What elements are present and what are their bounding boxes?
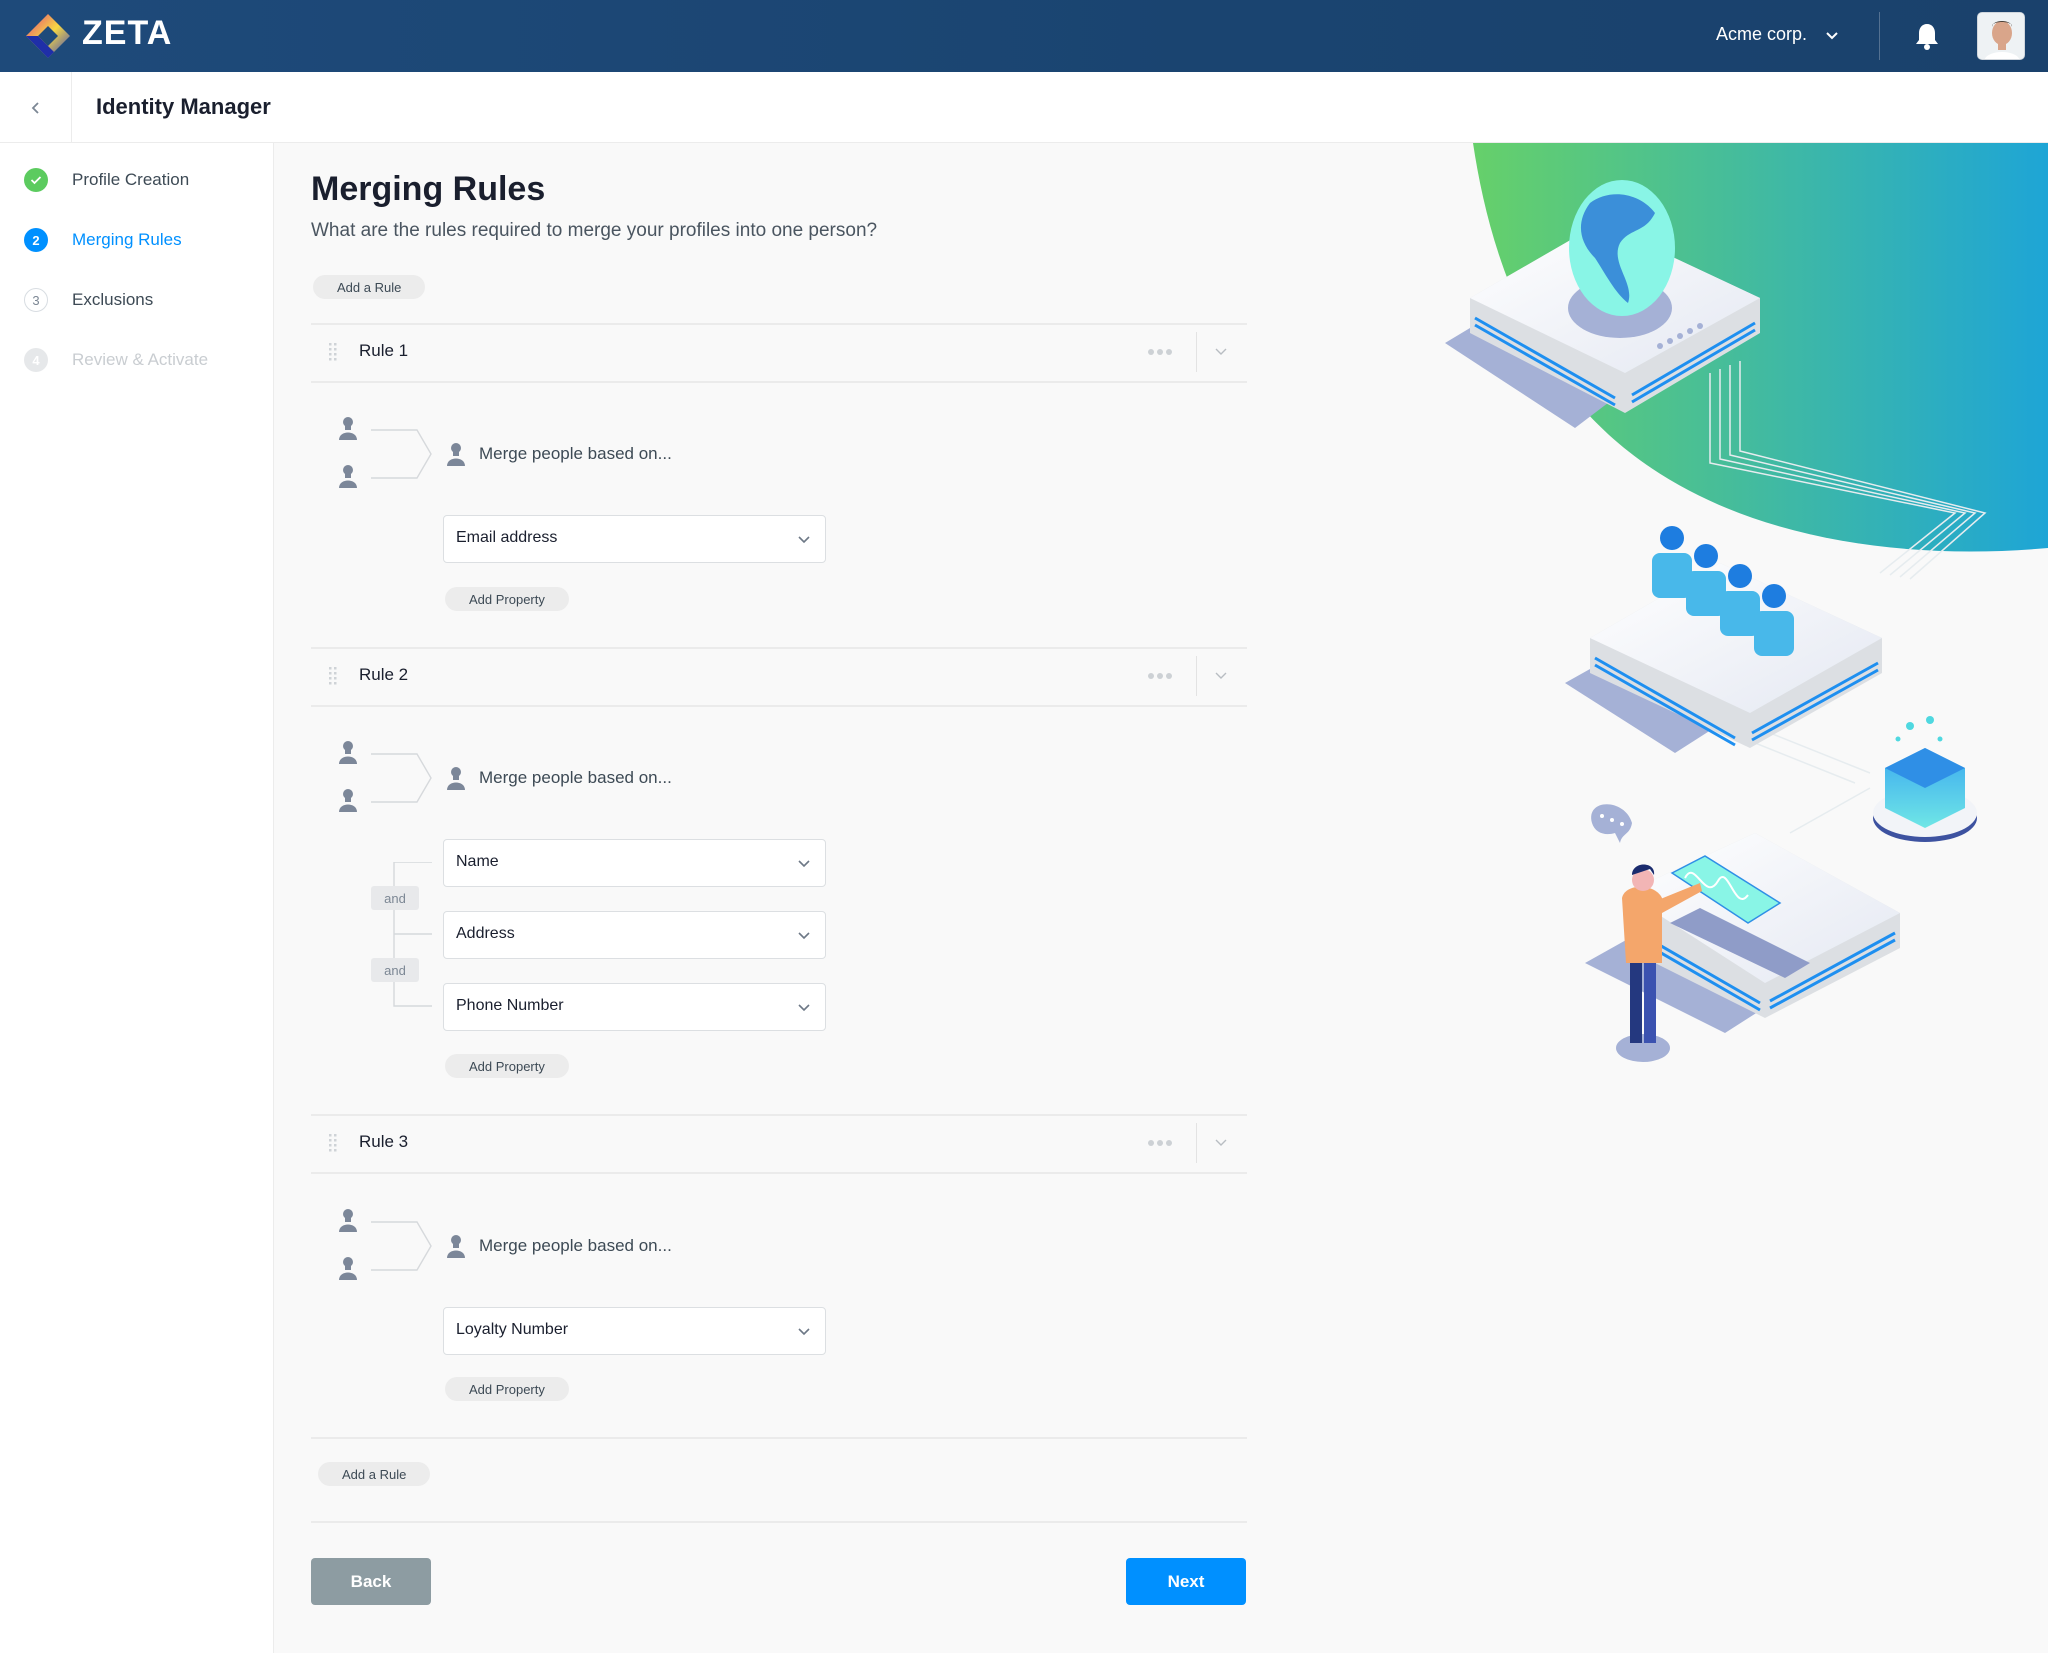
chevron-down-icon[interactable]	[1213, 344, 1229, 360]
divider	[1879, 12, 1880, 60]
chevron-left-icon	[31, 101, 39, 114]
select-value: Name	[456, 853, 499, 870]
step-number: 2	[24, 228, 48, 252]
property-select[interactable]: Email address	[443, 515, 826, 563]
step-review-activate: 4 Review & Activate	[24, 347, 208, 373]
merge-people-diagram	[339, 1209, 432, 1280]
and-operator-tag[interactable]: and	[371, 958, 419, 982]
divider	[311, 705, 1247, 707]
divider	[311, 1437, 1247, 1439]
add-property-button[interactable]: Add Property	[445, 587, 569, 611]
check-icon	[24, 168, 48, 192]
page-header: Identity Manager	[0, 72, 2048, 143]
divider	[311, 1172, 1247, 1174]
isometric-data-illustration	[1445, 143, 2048, 1062]
step-exclusions[interactable]: 3 Exclusions	[24, 287, 153, 313]
brand-name: ZETA	[82, 14, 173, 52]
step-label: Exclusions	[72, 290, 154, 309]
zeta-logo-icon	[26, 14, 70, 58]
bell-icon[interactable]	[1914, 22, 1940, 50]
drag-handle-icon[interactable]	[329, 667, 337, 685]
merge-prompt: Merge people based on...	[479, 444, 672, 463]
property-select[interactable]: Name	[443, 839, 826, 887]
step-profile-creation[interactable]: Profile Creation	[24, 167, 189, 193]
select-value: Address	[456, 925, 515, 942]
more-options-icon[interactable]	[1147, 348, 1173, 356]
add-rule-button[interactable]: Add a Rule	[313, 275, 426, 299]
select-value: Loyalty Number	[456, 1321, 569, 1338]
divider	[1196, 332, 1197, 372]
add-property-button[interactable]: Add Property	[445, 1377, 569, 1401]
divider	[1196, 656, 1197, 696]
select-value: Email address	[456, 529, 558, 546]
user-avatar-icon	[1978, 13, 2024, 59]
top-bar: ZETA Acme corp.	[0, 0, 2048, 72]
select-value: Phone Number	[456, 997, 564, 1014]
chevron-down-icon[interactable]	[1213, 1135, 1229, 1151]
chevron-down-icon	[798, 1328, 810, 1336]
person-icon	[447, 1235, 465, 1258]
rule-title: Rule 3	[359, 1132, 409, 1151]
back-button[interactable]: Back	[311, 1558, 431, 1605]
person-icon	[339, 741, 357, 812]
more-options-icon[interactable]	[1147, 672, 1173, 680]
wizard-steps-sidebar: Profile Creation 2 Merging Rules 3 Exclu…	[0, 143, 274, 1653]
merge-people-diagram	[339, 417, 432, 488]
page-title: Identity Manager	[96, 94, 271, 119]
add-property-button[interactable]: Add Property	[445, 1054, 569, 1078]
add-rule-button[interactable]: Add a Rule	[318, 1462, 431, 1486]
step-label: Review & Activate	[72, 350, 209, 369]
avatar[interactable]	[1977, 12, 2025, 60]
merge-prompt: Merge people based on...	[479, 1236, 672, 1255]
person-icon	[447, 767, 465, 790]
person-icon	[339, 1209, 357, 1280]
divider	[311, 1521, 1247, 1523]
and-operator-tag[interactable]: and	[371, 886, 419, 910]
step-merging-rules[interactable]: 2 Merging Rules	[24, 227, 182, 253]
chevron-down-icon	[798, 1004, 810, 1012]
rule-title: Rule 2	[359, 665, 409, 684]
person-icon	[447, 443, 465, 466]
drag-handle-icon[interactable]	[329, 1134, 337, 1152]
step-number: 3	[24, 288, 48, 312]
data-cube	[1873, 716, 1977, 842]
chevron-down-icon	[798, 932, 810, 940]
merge-people-diagram	[339, 741, 432, 812]
rule-header[interactable]: Rule 1	[311, 324, 1247, 380]
more-options-icon[interactable]	[1147, 1139, 1173, 1147]
back-nav-button[interactable]	[0, 72, 72, 143]
merge-prompt: Merge people based on...	[479, 768, 672, 787]
divider	[311, 381, 1247, 383]
chevron-down-icon	[798, 536, 810, 544]
divider	[1196, 1123, 1197, 1163]
chevron-down-icon[interactable]	[1824, 28, 1840, 44]
chevron-down-icon[interactable]	[1213, 668, 1229, 684]
person-icon	[339, 417, 357, 488]
chevron-down-icon	[798, 860, 810, 868]
drag-handle-icon[interactable]	[329, 343, 337, 361]
next-button[interactable]: Next	[1126, 1558, 1246, 1605]
people-server	[1565, 526, 1882, 753]
and-connector-lines	[393, 862, 432, 1007]
step-number: 4	[24, 348, 48, 372]
property-select[interactable]: Phone Number	[443, 983, 826, 1031]
step-label: Merging Rules	[72, 230, 182, 249]
rule-title: Rule 1	[359, 341, 409, 360]
property-select[interactable]: Address	[443, 911, 826, 959]
rule-header[interactable]: Rule 3	[311, 1115, 1247, 1171]
section-title: Merging Rules	[311, 170, 546, 208]
section-subtitle: What are the rules required to merge you…	[311, 220, 878, 241]
property-select[interactable]: Loyalty Number	[443, 1307, 826, 1355]
step-label: Profile Creation	[72, 170, 190, 189]
rule-header[interactable]: Rule 2	[311, 648, 1247, 704]
org-selector[interactable]: Acme corp.	[1716, 24, 1807, 45]
